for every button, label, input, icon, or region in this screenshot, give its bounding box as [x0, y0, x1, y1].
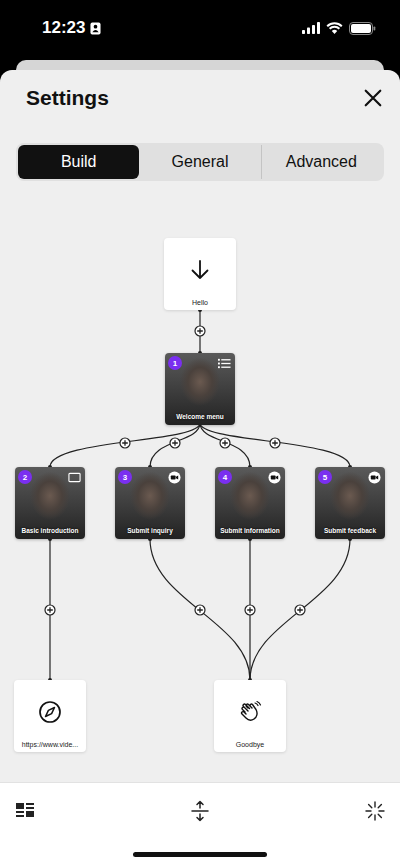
step-badge: 5	[318, 470, 332, 484]
add-step-plus-icon[interactable]	[120, 438, 130, 448]
video-camera-icon	[168, 471, 181, 484]
start-node[interactable]: Hello	[164, 238, 236, 310]
phone-screen: 12:23 Settings BuildGeneralAdvanced Hell…	[0, 0, 400, 867]
sheet-header: Settings	[0, 70, 400, 126]
connector	[50, 423, 200, 467]
node-label: https://www.vide...	[22, 741, 78, 748]
end-node[interactable]: Goodbye	[214, 680, 286, 752]
node-label: Submit inquiry	[115, 527, 185, 534]
contact-badge-icon	[90, 22, 101, 35]
home-indicator	[133, 852, 267, 857]
screen-icon	[68, 471, 81, 484]
add-step-plus-icon[interactable]	[270, 438, 280, 448]
connector	[150, 539, 250, 680]
step-badge: 2	[18, 470, 32, 484]
wifi-icon	[326, 22, 343, 34]
add-step-plus-icon[interactable]	[295, 605, 305, 615]
video-camera-icon	[268, 471, 281, 484]
step-badge: 3	[118, 470, 132, 484]
node-label: Submit feedback	[315, 527, 385, 534]
node-label: Goodbye	[236, 741, 264, 748]
menu-list-icon	[218, 357, 231, 370]
step-node[interactable]: 2 Basic introduction	[15, 467, 85, 539]
sheet-title: Settings	[26, 86, 109, 110]
step-node[interactable]: 5 Submit feedback	[315, 467, 385, 539]
add-step-plus-icon[interactable]	[195, 605, 205, 615]
status-bar: 12:23	[0, 0, 400, 60]
node-label: Welcome menu	[165, 413, 235, 420]
tab[interactable]: General	[139, 145, 260, 179]
step-node[interactable]: 3 Submit inquiry	[115, 467, 185, 539]
compass-icon	[38, 700, 62, 724]
step-node[interactable]: 1 Welcome menu	[165, 353, 235, 425]
redirect-node[interactable]: https://www.vide...	[14, 680, 86, 752]
add-step-plus-icon[interactable]	[220, 438, 230, 448]
settings-sheet: Settings BuildGeneralAdvanced Hello 1 We…	[0, 70, 400, 867]
video-camera-icon	[368, 471, 381, 484]
add-step-plus-icon[interactable]	[245, 605, 255, 615]
node-label: Submit information	[215, 527, 285, 534]
add-step-plus-icon[interactable]	[170, 438, 180, 448]
connector	[250, 539, 350, 680]
expand-vertical-icon[interactable]	[189, 800, 211, 822]
add-step-plus-icon[interactable]	[195, 326, 205, 336]
node-label: Hello	[192, 299, 208, 306]
waving-hand-icon	[238, 700, 262, 724]
flow-canvas[interactable]: Hello 1 Welcome menu 2 Basic introductio…	[0, 181, 400, 782]
step-badge: 4	[218, 470, 232, 484]
arrow-down-icon	[188, 258, 212, 282]
add-step-plus-icon[interactable]	[45, 605, 55, 615]
battery-icon	[349, 22, 376, 35]
signal-icon	[302, 22, 320, 34]
connector	[200, 423, 350, 467]
layout-grid-icon[interactable]	[14, 800, 36, 822]
step-badge: 1	[168, 356, 182, 370]
node-label: Basic introduction	[15, 527, 85, 534]
segmented-tabs: BuildGeneralAdvanced	[16, 143, 384, 181]
connector	[150, 423, 200, 467]
background-sheet	[16, 60, 384, 70]
status-time: 12:23	[42, 18, 85, 38]
close-icon[interactable]	[363, 88, 383, 108]
tab[interactable]: Advanced	[261, 145, 382, 179]
step-node[interactable]: 4 Submit information	[215, 467, 285, 539]
bottom-toolbar	[0, 782, 400, 867]
tab[interactable]: Build	[18, 145, 139, 179]
magic-sparkle-icon[interactable]	[364, 800, 386, 822]
